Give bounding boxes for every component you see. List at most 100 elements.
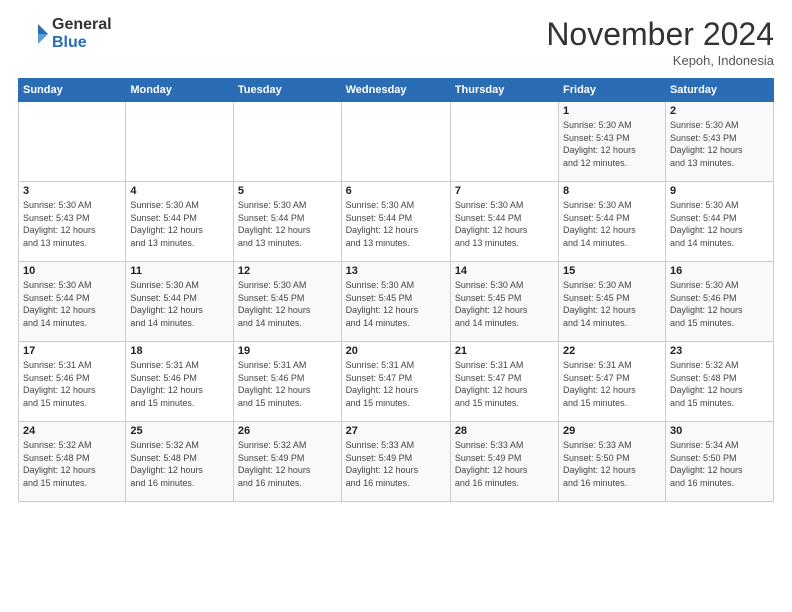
day-number: 20 — [346, 345, 446, 357]
cell-4-6: 30Sunrise: 5:34 AMSunset: 5:50 PMDayligh… — [665, 422, 773, 502]
day-info-line: Sunset: 5:49 PM — [455, 452, 554, 465]
day-number: 22 — [563, 345, 661, 357]
day-number: 9 — [670, 185, 769, 197]
logo: General Blue — [18, 16, 112, 51]
day-info-line: and 14 minutes. — [346, 317, 446, 330]
day-info-line: Sunrise: 5:30 AM — [23, 199, 121, 212]
cell-2-5: 15Sunrise: 5:30 AMSunset: 5:45 PMDayligh… — [559, 262, 666, 342]
day-number: 18 — [130, 345, 229, 357]
day-info-line: Sunset: 5:44 PM — [23, 292, 121, 305]
day-number: 19 — [238, 345, 337, 357]
day-info-line: Daylight: 12 hours — [130, 384, 229, 397]
page: General Blue November 2024 Kepoh, Indone… — [0, 0, 792, 612]
day-info-line: Sunset: 5:49 PM — [238, 452, 337, 465]
day-info-line: Daylight: 12 hours — [563, 144, 661, 157]
day-info-line: Sunset: 5:44 PM — [670, 212, 769, 225]
day-info-line: and 14 minutes. — [130, 317, 229, 330]
cell-0-2 — [233, 102, 341, 182]
day-info-line: and 14 minutes. — [238, 317, 337, 330]
day-info-line: Daylight: 12 hours — [455, 224, 554, 237]
day-number: 29 — [563, 425, 661, 437]
day-info-line: and 13 minutes. — [346, 237, 446, 250]
day-info-line: Sunrise: 5:31 AM — [238, 359, 337, 372]
day-info-line: Daylight: 12 hours — [130, 224, 229, 237]
day-info-line: Sunrise: 5:30 AM — [563, 279, 661, 292]
col-thursday: Thursday — [450, 79, 558, 102]
day-info-line: Sunrise: 5:30 AM — [670, 199, 769, 212]
day-info-line: Sunset: 5:46 PM — [670, 292, 769, 305]
day-info-line: Sunrise: 5:31 AM — [563, 359, 661, 372]
day-info-line: Sunrise: 5:30 AM — [563, 199, 661, 212]
day-number: 28 — [455, 425, 554, 437]
day-info-line: and 13 minutes. — [130, 237, 229, 250]
day-info-line: Daylight: 12 hours — [670, 464, 769, 477]
day-info-line: Sunrise: 5:30 AM — [563, 119, 661, 132]
day-info-line: and 15 minutes. — [130, 397, 229, 410]
day-info-line: Sunset: 5:48 PM — [130, 452, 229, 465]
col-tuesday: Tuesday — [233, 79, 341, 102]
cell-3-1: 18 Sunrise: 5:31 AMSunset: 5:46 PMDayligh… — [126, 342, 234, 422]
day-info-line: Sunset: 5:45 PM — [238, 292, 337, 305]
day-info-line: and 13 minutes. — [23, 237, 121, 250]
cell-3-2: 19Sunrise: 5:31 AMSunset: 5:46 PMDayligh… — [233, 342, 341, 422]
day-number: 4 — [130, 185, 229, 197]
day-number: 5 — [238, 185, 337, 197]
cell-4-3: 27Sunrise: 5:33 AMSunset: 5:49 PMDayligh… — [341, 422, 450, 502]
day-info-line: Daylight: 12 hours — [670, 304, 769, 317]
cell-0-5: 1Sunrise: 5:30 AMSunset: 5:43 PMDaylight… — [559, 102, 666, 182]
day-info-line: Sunset: 5:45 PM — [346, 292, 446, 305]
day-info-line: Daylight: 12 hours — [455, 304, 554, 317]
day-info-line: and 14 minutes. — [670, 237, 769, 250]
day-info-line: Sunrise: 5:30 AM — [455, 199, 554, 212]
day-info-line: Sunrise: 5:30 AM — [346, 279, 446, 292]
day-info-line: Daylight: 12 hours — [238, 384, 337, 397]
day-info-line: Sunset: 5:49 PM — [346, 452, 446, 465]
day-number: 12 — [238, 265, 337, 277]
day-info-line: and 16 minutes. — [455, 477, 554, 490]
day-info-line: and 15 minutes. — [563, 397, 661, 410]
logo-blue: Blue — [52, 34, 112, 52]
day-info-line: Daylight: 12 hours — [670, 384, 769, 397]
day-info-line: Sunset: 5:44 PM — [346, 212, 446, 225]
day-info-line: Daylight: 12 hours — [238, 224, 337, 237]
day-number: 24 — [23, 425, 121, 437]
cell-0-3 — [341, 102, 450, 182]
day-number: 21 — [455, 345, 554, 357]
day-info-line: and 16 minutes. — [130, 477, 229, 490]
day-info-line: Daylight: 12 hours — [346, 304, 446, 317]
day-info-line: and 15 minutes. — [670, 317, 769, 330]
day-info-line: Sunrise: 5:30 AM — [130, 279, 229, 292]
day-info-line: Daylight: 12 hours — [563, 224, 661, 237]
cell-0-6: 2Sunrise: 5:30 AMSunset: 5:43 PMDaylight… — [665, 102, 773, 182]
day-info-line: and 14 minutes. — [563, 237, 661, 250]
day-info-line: Sunset: 5:50 PM — [563, 452, 661, 465]
day-info-line: Sunrise: 5:31 AM — [346, 359, 446, 372]
day-info-line: Sunset: 5:47 PM — [346, 372, 446, 385]
day-info-line: Daylight: 12 hours — [130, 304, 229, 317]
cell-4-1: 25Sunrise: 5:32 AMSunset: 5:48 PMDayligh… — [126, 422, 234, 502]
day-info-line: Sunrise: 5:30 AM — [130, 199, 229, 212]
cell-2-2: 12Sunrise: 5:30 AMSunset: 5:45 PMDayligh… — [233, 262, 341, 342]
day-number: 11 — [130, 265, 229, 277]
day-info-line: Daylight: 12 hours — [563, 384, 661, 397]
day-info-line: Sunset: 5:46 PM — [130, 372, 229, 385]
day-info-line: and 16 minutes. — [238, 477, 337, 490]
day-number: 1 — [563, 105, 661, 117]
day-number: 17 — [23, 345, 121, 357]
day-info-line: and 16 minutes. — [670, 477, 769, 490]
cell-2-6: 16Sunrise: 5:30 AMSunset: 5:46 PMDayligh… — [665, 262, 773, 342]
day-info-line: Sunrise: 5:30 AM — [238, 279, 337, 292]
day-info-line: and 13 minutes. — [670, 157, 769, 170]
day-info-line: Sunrise: 5:33 AM — [346, 439, 446, 452]
day-info-line: Daylight: 12 hours — [238, 464, 337, 477]
cell-1-6: 9Sunrise: 5:30 AMSunset: 5:44 PMDaylight… — [665, 182, 773, 262]
cell-3-3: 20Sunrise: 5:31 AMSunset: 5:47 PMDayligh… — [341, 342, 450, 422]
title-block: November 2024 Kepoh, Indonesia — [546, 16, 774, 68]
day-info-line: Sunset: 5:43 PM — [670, 132, 769, 145]
day-info-line: Daylight: 12 hours — [563, 464, 661, 477]
day-number: 14 — [455, 265, 554, 277]
cell-4-5: 29Sunrise: 5:33 AMSunset: 5:50 PMDayligh… — [559, 422, 666, 502]
day-info-line: Sunrise: 5:31 AM — [130, 359, 229, 372]
cell-4-0: 24Sunrise: 5:32 AMSunset: 5:48 PMDayligh… — [19, 422, 126, 502]
col-sunday: Sunday — [19, 79, 126, 102]
